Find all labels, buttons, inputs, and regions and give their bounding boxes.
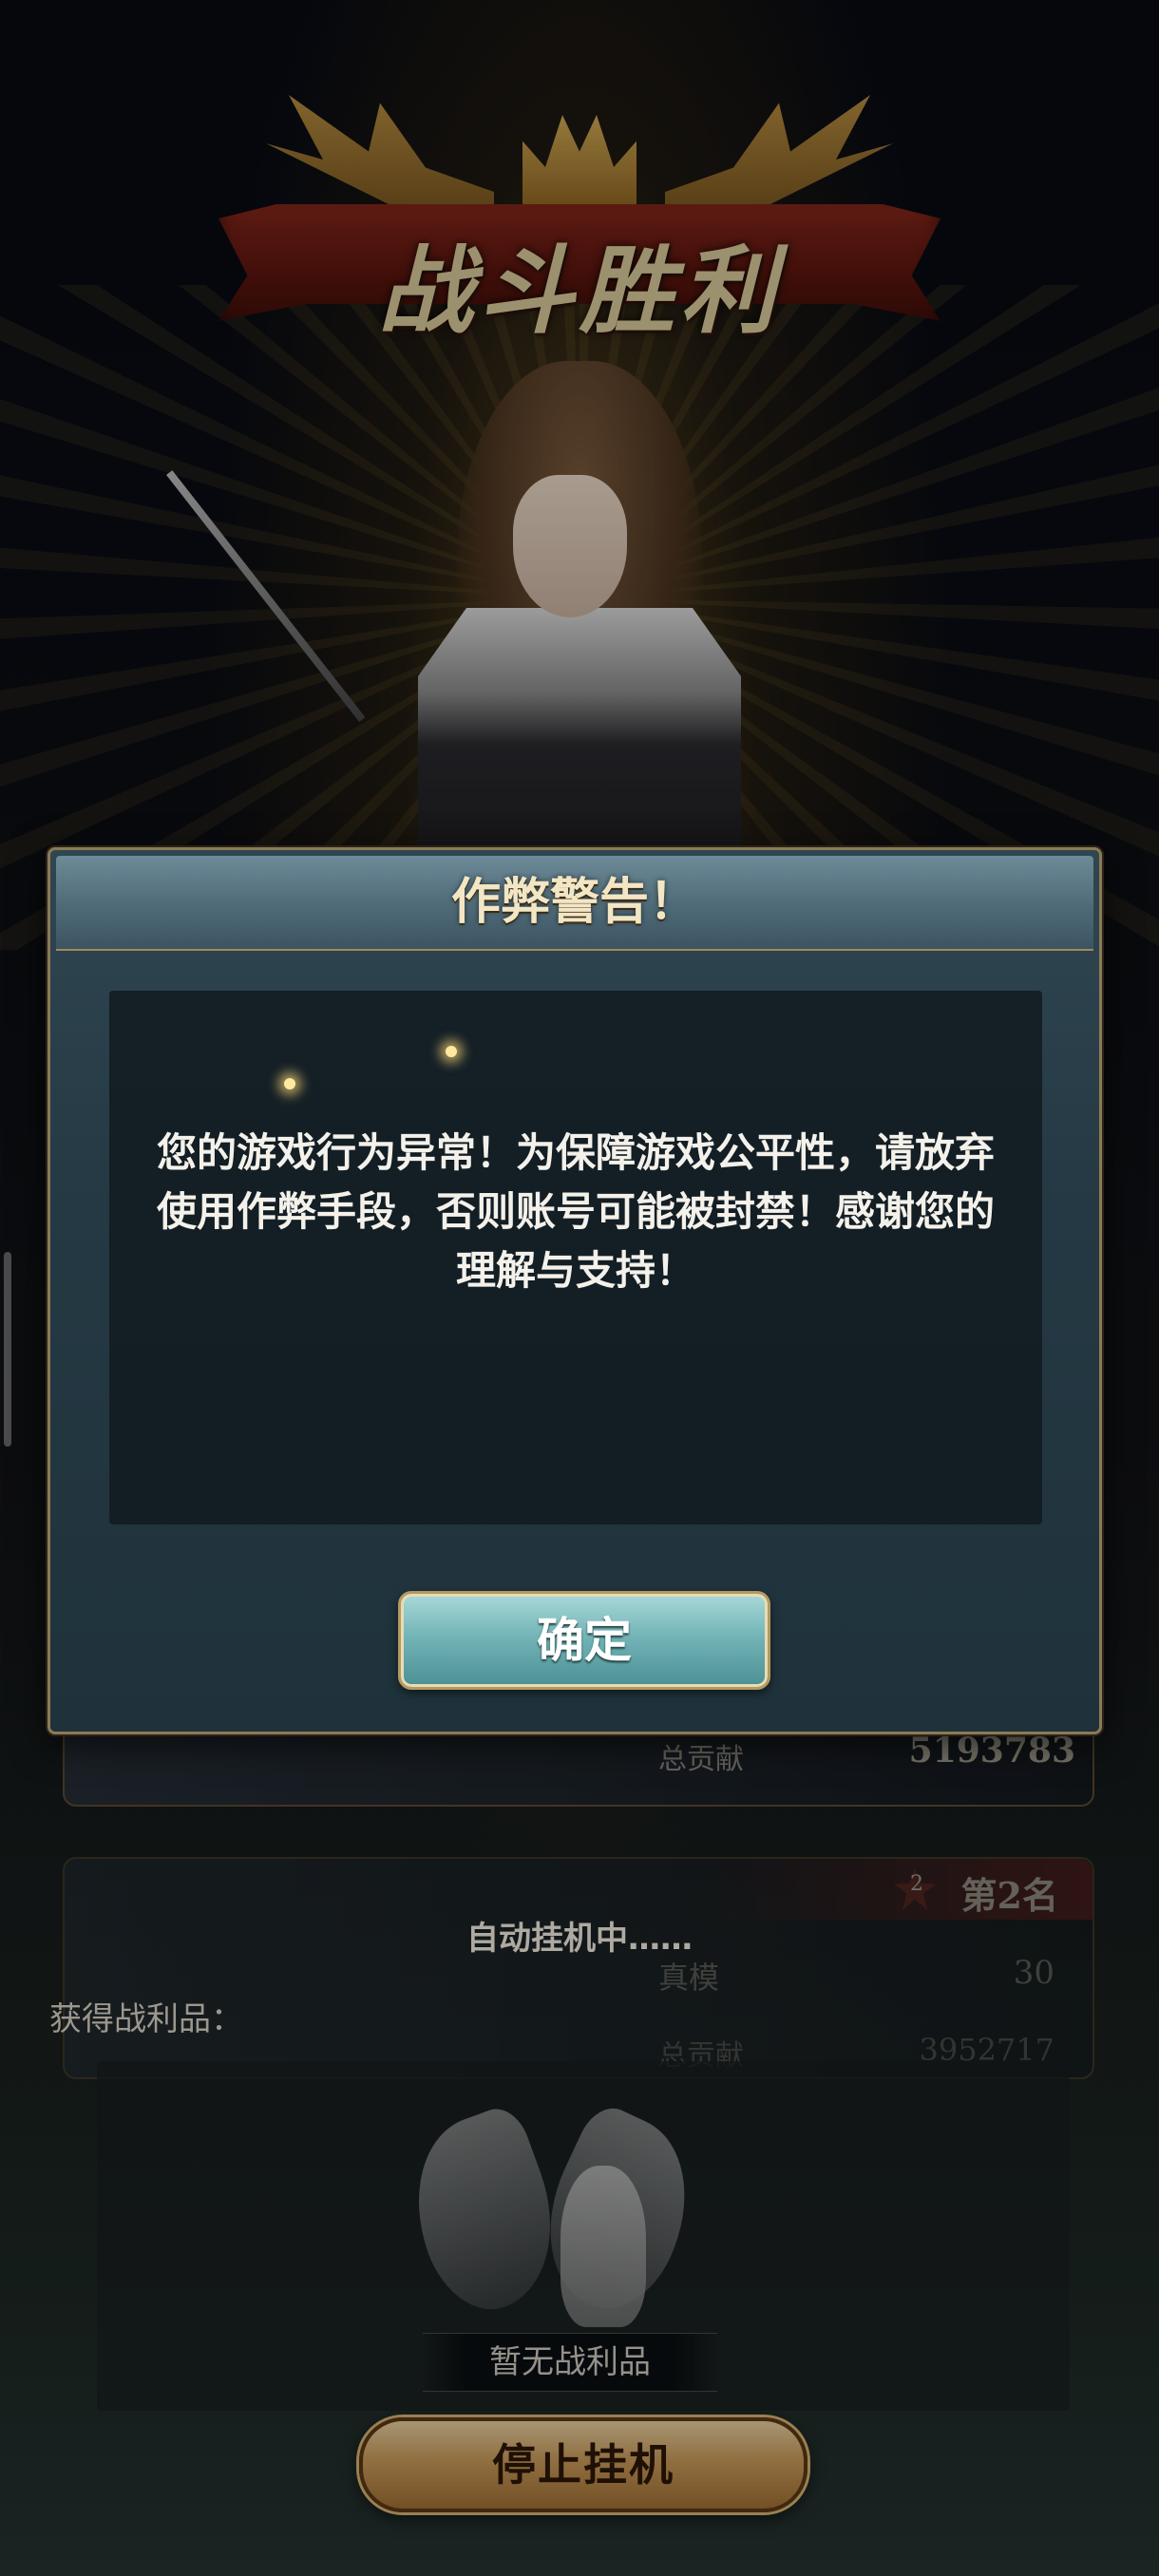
dialog-header: 作弊警告！ <box>56 856 1093 951</box>
dialog-message: 您的游戏行为异常！为保障游戏公平性，请放弃使用作弊手段，否则账号可能被封禁！感谢… <box>156 1129 995 1294</box>
glow-dot <box>446 1046 457 1057</box>
cheat-warning-dialog: 作弊警告！ 您的游戏行为异常！为保障游戏公平性，请放弃使用作弊手段，否则账号可能… <box>48 847 1102 1734</box>
dialog-title: 作弊警告！ <box>450 873 698 931</box>
glow-dot <box>284 1078 295 1089</box>
dialog-body: 您的游戏行为异常！为保障游戏公平性，请放弃使用作弊手段，否则账号可能被封禁！感谢… <box>109 991 1042 1525</box>
confirm-button[interactable]: 确定 <box>398 1591 770 1690</box>
